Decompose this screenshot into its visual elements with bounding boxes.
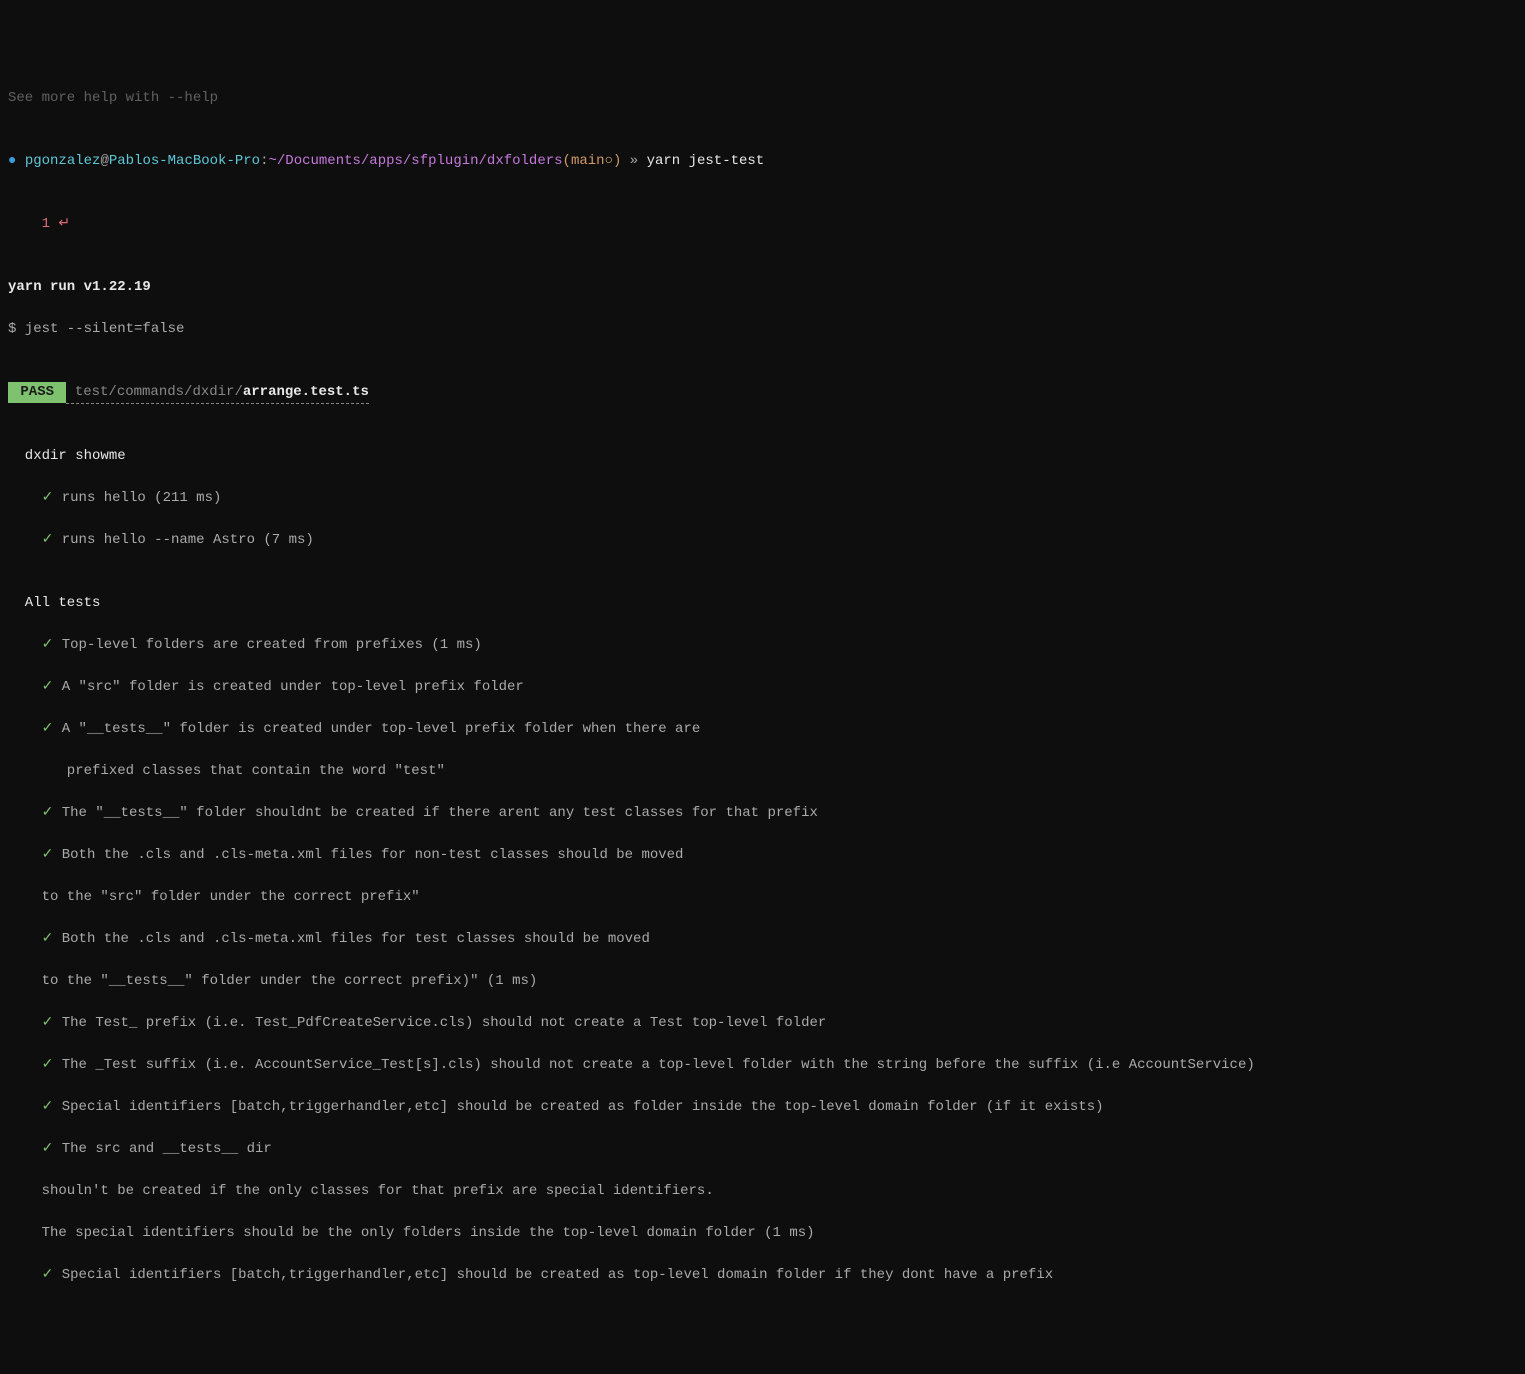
check-icon: ✓ [42, 637, 54, 653]
test-name: Special identifiers [batch,triggerhandle… [62, 1267, 1053, 1283]
test-result-line: ✓ A "__tests__" folder is created under … [8, 719, 1517, 740]
test-result-line: ✓ Top-level folders are created from pre… [8, 635, 1517, 656]
branch-status-icon: ○ [605, 153, 613, 169]
pass-badge: PASS [8, 382, 66, 403]
test-continuation: prefixed classes that contain the word "… [8, 761, 1517, 782]
test-name: A "__tests__" folder is created under to… [62, 721, 701, 737]
pass-line: PASS test/commands/dxdir/arrange.test.ts [8, 382, 1517, 404]
test-result-line: ✓ The src and __tests__ dir [8, 1139, 1517, 1160]
test-result-line: ✓ Both the .cls and .cls-meta.xml files … [8, 929, 1517, 950]
prev-help-line: See more help with --help [8, 88, 1517, 109]
test-result-line: ✓ Special identifiers [batch,triggerhand… [8, 1097, 1517, 1118]
test-continuation: The special identifiers should be the on… [8, 1223, 1517, 1244]
check-icon: ✓ [42, 532, 54, 548]
prompt-user: pgonzalez [25, 153, 101, 169]
test-continuation: to the "src" folder under the correct pr… [8, 887, 1517, 908]
test-name: Both the .cls and .cls-meta.xml files fo… [62, 847, 684, 863]
branch-name: main [571, 153, 605, 169]
test-name: Top-level folders are created from prefi… [62, 637, 482, 653]
command-text: yarn jest-test [647, 153, 765, 169]
test-result-line: ✓ The _Test suffix (i.e. AccountService_… [8, 1055, 1517, 1076]
test-continuation: shouln't be created if the only classes … [8, 1181, 1517, 1202]
prompt-at: @ [100, 153, 108, 169]
check-icon: ✓ [42, 679, 54, 695]
check-icon: ✓ [42, 805, 54, 821]
check-icon: ✓ [42, 1099, 54, 1115]
check-icon: ✓ [42, 1057, 54, 1073]
check-icon: ✓ [42, 1267, 54, 1283]
check-icon: ✓ [42, 490, 54, 506]
yarn-run-line: yarn run v1.22.19 [8, 277, 1517, 298]
test-result-line: ✓ The Test_ prefix (i.e. Test_PdfCreateS… [8, 1013, 1517, 1034]
test-result-line: ✓ runs hello (211 ms) [8, 488, 1517, 509]
test-file-path: test/commands/dxdir/arrange.test.ts [66, 382, 368, 404]
jest-command-line: $ jest --silent=false [8, 319, 1517, 340]
test-name: A "src" folder is created under top-leve… [62, 679, 524, 695]
test-name: The _Test suffix (i.e. AccountService_Te… [62, 1057, 1255, 1073]
test-path-dir: test/commands/dxdir/ [66, 384, 242, 400]
test-result-line: ✓ Both the .cls and .cls-meta.xml files … [8, 845, 1517, 866]
prompt-path: ~/Documents/apps/sfplugin/dxfolders [268, 153, 562, 169]
suite-label: All tests [8, 593, 1517, 614]
suite-label: dxdir showme [8, 446, 1517, 467]
test-continuation: to the "__tests__" folder under the corr… [8, 971, 1517, 992]
prompt-line[interactable]: ● pgonzalez@Pablos-MacBook-Pro:~/Documen… [8, 151, 1517, 172]
check-icon: ✓ [42, 721, 54, 737]
test-result-line: ✓ A "src" folder is created under top-le… [8, 677, 1517, 698]
test-name: Both the .cls and .cls-meta.xml files fo… [62, 931, 650, 947]
test-result-line: ✓ Special identifiers [batch,triggerhand… [8, 1265, 1517, 1286]
return-code: 1 ↵ [8, 214, 1517, 235]
prompt-arrow: » [621, 153, 646, 169]
test-result-line: ✓ The "__tests__" folder shouldnt be cre… [8, 803, 1517, 824]
branch-open: ( [563, 153, 571, 169]
check-icon: ✓ [42, 931, 54, 947]
test-name: runs hello (211 ms) [62, 490, 222, 506]
test-path-filename: arrange.test.ts [243, 384, 369, 400]
status-dot-icon: ● [8, 153, 25, 169]
test-result-line: ✓ runs hello --name Astro (7 ms) [8, 530, 1517, 551]
test-name: The Test_ prefix (i.e. Test_PdfCreateSer… [62, 1015, 827, 1031]
test-name: The src and __tests__ dir [62, 1141, 272, 1157]
check-icon: ✓ [42, 1015, 54, 1031]
check-icon: ✓ [42, 1141, 54, 1157]
test-name: The "__tests__" folder shouldnt be creat… [62, 805, 818, 821]
prompt-host: Pablos-MacBook-Pro [109, 153, 260, 169]
check-icon: ✓ [42, 847, 54, 863]
test-name: Special identifiers [batch,triggerhandle… [62, 1099, 1104, 1115]
blank-line [8, 1328, 1517, 1349]
test-name: runs hello --name Astro (7 ms) [62, 532, 314, 548]
